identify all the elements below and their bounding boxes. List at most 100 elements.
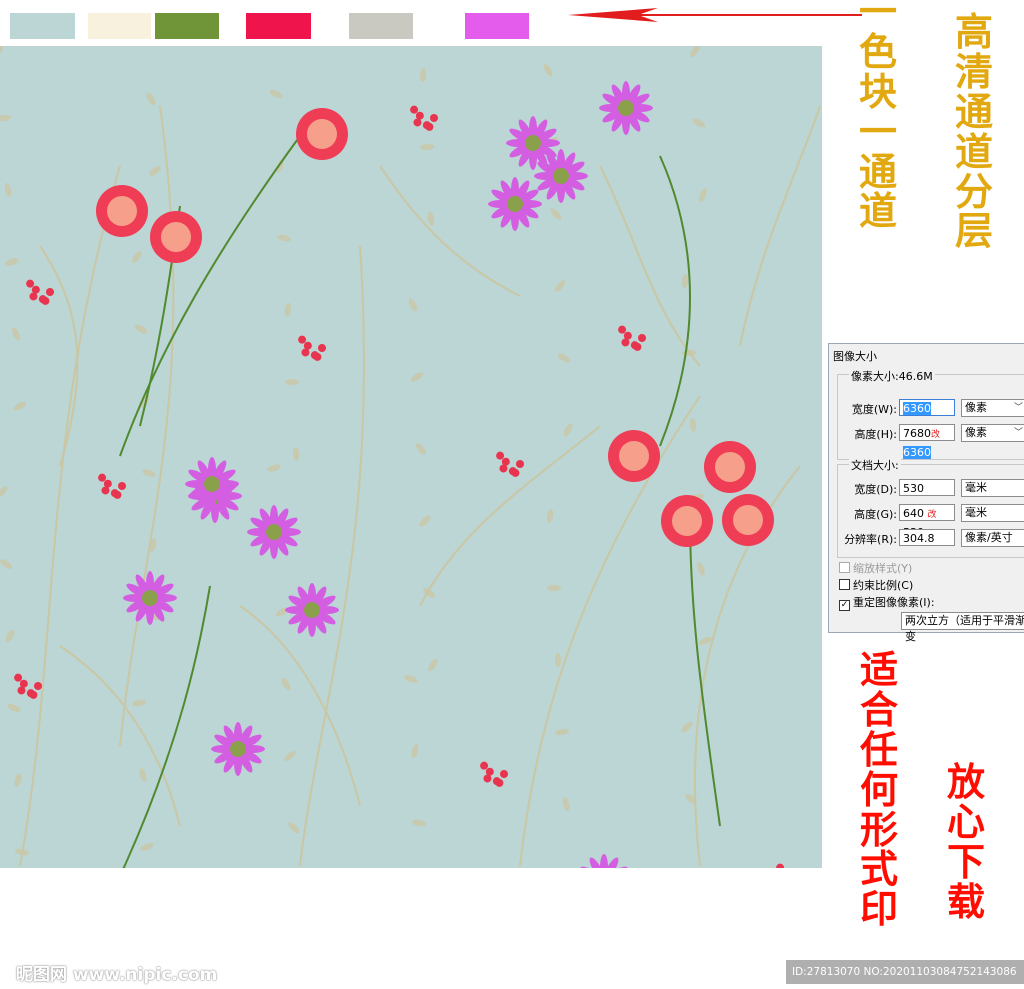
- berry: [17, 686, 26, 695]
- grass-seed: [689, 418, 697, 432]
- grass-seed: [139, 768, 147, 782]
- daisy-center: [204, 476, 220, 492]
- floral-pattern-image: [0, 46, 822, 868]
- flower-stem: [119, 135, 301, 457]
- daisy-center: [304, 602, 320, 618]
- slogan-download-safely: 放 心 下 载: [946, 759, 985, 924]
- grass-seed: [681, 721, 693, 733]
- height-unit-select[interactable]: 像素 ﹀: [961, 424, 1024, 442]
- berry: [110, 489, 119, 498]
- daisy-center: [525, 135, 541, 151]
- daisy-center: [142, 590, 158, 606]
- resolution-unit-select[interactable]: 像素/英寸: [961, 529, 1024, 547]
- grass-seed: [12, 327, 20, 341]
- grass-seed: [14, 773, 22, 787]
- resolution-label: 分辨率(R):: [844, 533, 897, 546]
- doc-height-input[interactable]: 640 改 530: [899, 504, 955, 539]
- berry: [496, 451, 505, 460]
- width-unit-select[interactable]: 像素 ﹀: [961, 399, 1024, 417]
- berry: [410, 105, 419, 114]
- berry: [38, 295, 47, 304]
- grass-stroke: [419, 425, 601, 607]
- berry: [508, 467, 517, 476]
- doc-width-input[interactable]: 530: [899, 479, 955, 496]
- berry: [101, 486, 110, 495]
- berry: [318, 344, 326, 352]
- grass-seed: [13, 401, 27, 411]
- grass-seed: [140, 843, 154, 851]
- grass-seed: [554, 280, 566, 292]
- chevron-down-icon: ﹀: [1013, 428, 1023, 438]
- grass-seed: [5, 629, 15, 643]
- berry: [26, 689, 35, 698]
- swatch-light-blue: [10, 13, 75, 39]
- grass-seed: [546, 509, 554, 523]
- berry: [492, 777, 501, 786]
- berry: [638, 334, 646, 342]
- grass-stroke: [599, 165, 701, 367]
- grass-seed: [699, 188, 707, 202]
- berry: [618, 325, 627, 334]
- grass-stroke: [519, 395, 701, 867]
- grass-seed: [132, 699, 146, 707]
- grass-seed: [543, 63, 553, 77]
- width-input[interactable]: 6360: [899, 399, 955, 416]
- grass-seed: [427, 212, 435, 226]
- grass-stroke: [299, 245, 365, 867]
- grass-seed: [697, 562, 705, 576]
- swatch-red: [246, 13, 311, 39]
- left-arrow-icon: [568, 8, 862, 22]
- document-size-label: 文档大小:: [849, 457, 901, 473]
- constrain-proportions-checkbox[interactable]: 约束比例(C): [839, 577, 913, 593]
- scale-styles-checkbox[interactable]: 缩放样式(Y): [839, 560, 912, 576]
- berry: [500, 770, 508, 778]
- berry: [29, 292, 38, 301]
- height-input[interactable]: 7680改6360: [899, 424, 955, 459]
- grass-seed: [132, 251, 142, 263]
- swatch-cream: [88, 13, 151, 39]
- berry: [98, 473, 107, 482]
- berry: [14, 673, 23, 682]
- image-size-dialog: 图像大小 像素大小:46.6M 宽度(W): 6360 像素 ﹀ 高度(H): 7…: [828, 343, 1024, 643]
- berry: [630, 341, 639, 350]
- berry: [483, 774, 492, 783]
- berry: [26, 279, 35, 288]
- flower-stem: [659, 155, 691, 447]
- site-watermark: 昵图网 www.nipic.com: [16, 965, 218, 985]
- resample-method-select[interactable]: 两次立方（适用于平滑渐变: [901, 612, 1024, 643]
- resolution-input[interactable]: 304.8: [899, 529, 955, 546]
- carnation-center: [715, 452, 745, 482]
- height-label: 高度(H):: [854, 428, 897, 441]
- berry: [413, 118, 422, 127]
- grass-seed: [420, 143, 434, 151]
- grass-seed: [411, 744, 419, 758]
- daisy-petal: [600, 854, 608, 868]
- flower-stem: [122, 585, 211, 868]
- dialog-title: 图像大小: [833, 350, 877, 363]
- grass-seed: [404, 675, 418, 683]
- width-label: 宽度(W):: [851, 403, 897, 416]
- carnation-center: [161, 222, 191, 252]
- watermark-bar: 昵图网 www.nipic.com ID:27813070 NO:2020110…: [0, 956, 1024, 989]
- grass-seed: [0, 46, 3, 53]
- doc-height-unit-select[interactable]: 毫米: [961, 504, 1024, 522]
- doc-width-unit-select[interactable]: 毫米: [961, 479, 1024, 497]
- grass-seed: [692, 118, 706, 128]
- grass-seed: [419, 515, 431, 527]
- grass-seed: [550, 208, 562, 220]
- berry: [776, 863, 785, 868]
- grass-seed: [276, 159, 284, 173]
- carnation-center: [307, 119, 337, 149]
- grass-stroke: [739, 105, 821, 347]
- carnation-center: [733, 505, 763, 535]
- grass-seed: [563, 423, 573, 437]
- berry: [499, 464, 508, 473]
- slogan-suitable-for-printing: 适 合 任 何 形 式 印: [859, 647, 898, 932]
- berry: [46, 288, 54, 296]
- grass-seed: [412, 819, 426, 827]
- title-hd-channel-layers: 高 清 通 道 分 层: [954, 9, 993, 254]
- grass-seed: [682, 349, 696, 357]
- grass-seed: [428, 658, 438, 672]
- grass-seed: [554, 653, 562, 667]
- resample-checkbox[interactable]: ✓ 重定图像像素(I):: [839, 594, 935, 611]
